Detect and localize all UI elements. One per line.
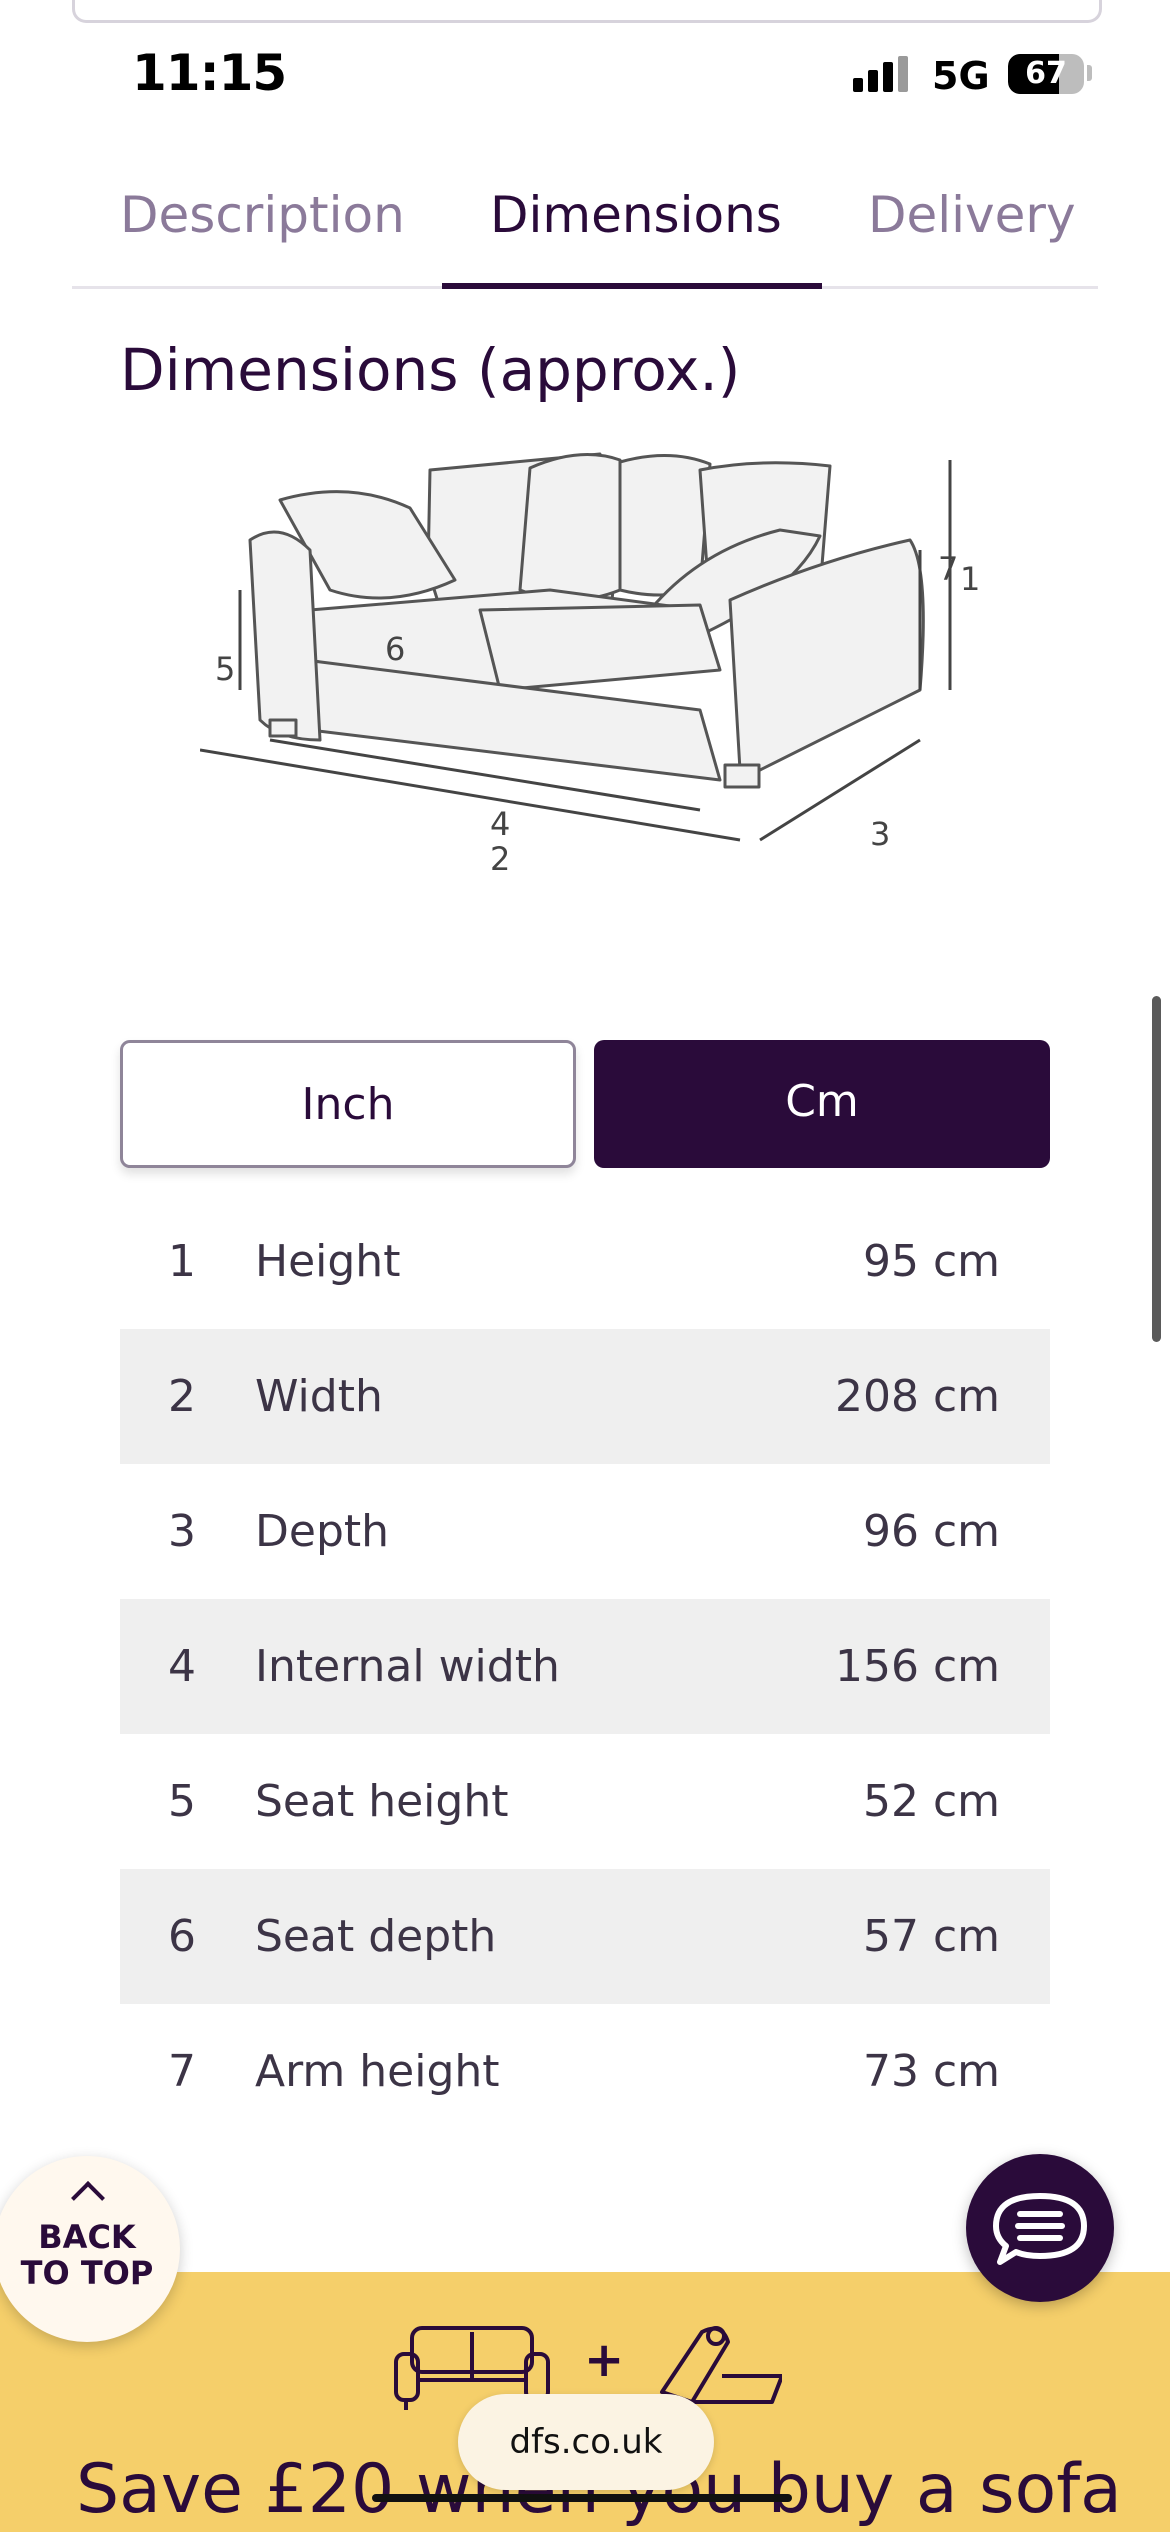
- table-row: 7 Arm height 73 cm: [120, 2004, 1050, 2139]
- cellular-signal-icon: [853, 56, 908, 92]
- back-to-top-label-2: TO TOP: [20, 2254, 154, 2292]
- row-label: Seat height: [255, 1776, 509, 1827]
- table-row: 2 Width 208 cm: [120, 1329, 1050, 1464]
- row-label: Arm height: [255, 2046, 500, 2097]
- row-label: Internal width: [255, 1641, 560, 1692]
- row-value: 208 cm: [834, 1371, 1000, 1422]
- page-scrollbar[interactable]: [1152, 996, 1161, 1342]
- diagram-label-3: 3: [870, 815, 890, 853]
- row-label: Height: [255, 1236, 401, 1287]
- battery-tip: [1087, 65, 1092, 81]
- diagram-label-1: 1: [960, 560, 980, 598]
- diagram-label-4: 4: [490, 805, 510, 843]
- row-number: 5: [168, 1776, 196, 1827]
- row-label: Seat depth: [255, 1911, 497, 1962]
- row-value: 57 cm: [862, 1911, 1000, 1962]
- chat-bubble-icon: [993, 2193, 1087, 2265]
- url-bar[interactable]: dfs.co.uk: [458, 2394, 714, 2490]
- battery-percent: 67: [1025, 56, 1067, 91]
- row-label: Width: [255, 1371, 383, 1422]
- top-sheet-edge: [72, 0, 1102, 23]
- network-label: 5G: [932, 54, 990, 98]
- tab-description[interactable]: Description: [120, 186, 405, 244]
- status-time: 11:15: [132, 44, 287, 102]
- row-number: 2: [168, 1371, 196, 1422]
- cm-toggle-button[interactable]: Cm: [594, 1040, 1050, 1168]
- promo-plus: +: [584, 2332, 625, 2388]
- row-value: 73 cm: [862, 2046, 1000, 2097]
- row-number: 1: [168, 1236, 196, 1287]
- dimensions-table: 1 Height 95 cm 2 Width 208 cm 3 Depth 96…: [120, 1194, 1050, 2139]
- diagram-label-5: 5: [215, 650, 235, 688]
- back-to-top-button[interactable]: BACK TO TOP: [0, 2156, 180, 2342]
- table-row: 6 Seat depth 57 cm: [120, 1869, 1050, 2004]
- row-value: 156 cm: [834, 1641, 1000, 1692]
- diagram-label-7: 7: [938, 550, 958, 588]
- product-tabs: Description Dimensions Delivery: [72, 160, 1098, 289]
- table-row: 3 Depth 96 cm: [120, 1464, 1050, 1599]
- row-label: Depth: [255, 1506, 390, 1557]
- back-to-top-label: BACK: [38, 2218, 136, 2256]
- inch-toggle-button[interactable]: Inch: [120, 1040, 576, 1168]
- table-row: 1 Height 95 cm: [120, 1194, 1050, 1329]
- chevron-up-icon: [71, 2181, 105, 2215]
- row-number: 3: [168, 1506, 196, 1557]
- tab-delivery[interactable]: Delivery: [868, 186, 1076, 244]
- table-row: 4 Internal width 156 cm: [120, 1599, 1050, 1734]
- row-number: 6: [168, 1911, 196, 1962]
- sofa-dimensions-diagram: 1 2 3 4 5 6 7: [200, 452, 980, 878]
- promo-strike-line: [372, 2494, 792, 2502]
- row-value: 95 cm: [862, 1236, 1000, 1287]
- tab-dimensions[interactable]: Dimensions: [490, 186, 782, 244]
- row-number: 7: [168, 2046, 196, 2097]
- battery-icon: 67: [1008, 54, 1084, 94]
- active-tab-indicator: [442, 283, 822, 289]
- row-value: 52 cm: [862, 1776, 1000, 1827]
- diagram-label-6: 6: [385, 630, 405, 668]
- row-number: 4: [168, 1641, 196, 1692]
- table-row: 5 Seat height 52 cm: [120, 1734, 1050, 1869]
- chat-button[interactable]: [966, 2154, 1114, 2302]
- section-title: Dimensions (approx.): [120, 336, 741, 404]
- diagram-label-2: 2: [490, 840, 510, 878]
- row-value: 96 cm: [862, 1506, 1000, 1557]
